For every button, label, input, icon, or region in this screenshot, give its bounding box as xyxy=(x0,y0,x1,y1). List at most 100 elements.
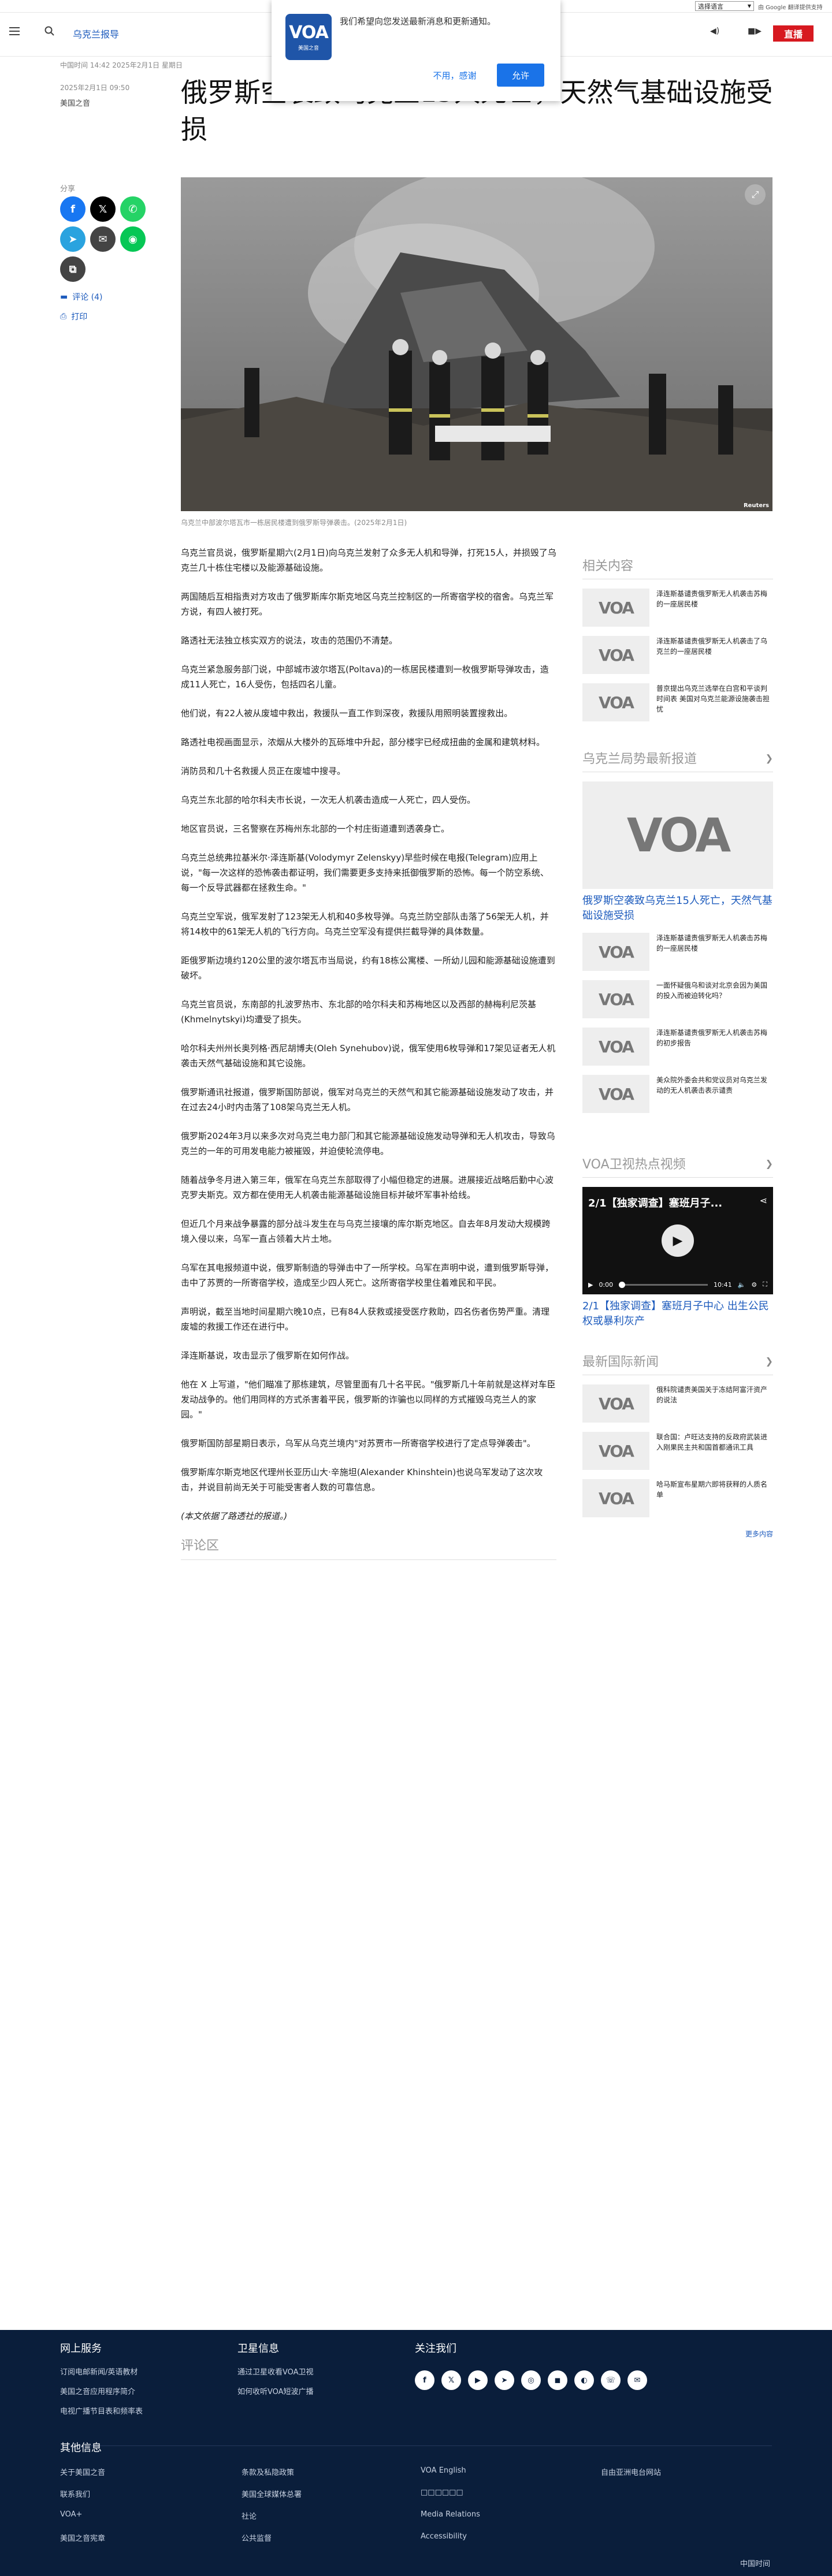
social-icon[interactable]: ◎ xyxy=(521,2370,541,2390)
print-icon: ⎙ xyxy=(60,312,67,321)
search-icon[interactable] xyxy=(44,25,55,37)
article-paragraph: 俄罗斯2024年3月以来多次对乌克兰电力部门和其它能源基础设施发动导弹和无人机攻… xyxy=(181,1131,555,1156)
feature-headline[interactable]: 俄罗斯空袭致乌克兰15人死亡，天然气基础设施受损 xyxy=(582,894,773,924)
line-share-button[interactable]: ◉ xyxy=(120,226,146,252)
intl-heading[interactable]: 最新国际新闻 ❯ xyxy=(582,1352,773,1375)
section-link[interactable]: 乌克兰报导 xyxy=(73,27,119,40)
translate-powered-by[interactable]: 由 Google 翻译提供支持 xyxy=(758,2,823,11)
footer-other-link[interactable]: 美国全球媒体总署 xyxy=(242,2488,302,2499)
footer-other-link[interactable]: Accessibility xyxy=(421,2532,467,2541)
expand-icon[interactable]: ⤢ xyxy=(745,184,766,205)
social-icon[interactable]: 𝕏 xyxy=(441,2370,461,2390)
footer-other-link[interactable]: 关于美国之音 xyxy=(60,2466,105,2477)
voa-thumbnail[interactable]: VOA xyxy=(582,683,649,721)
headline-text[interactable]: 泽连斯基谴责俄罗斯无人机袭击苏梅的一座居民楼 xyxy=(656,589,773,609)
social-icon[interactable]: ➤ xyxy=(495,2370,514,2390)
site-footer: 网上服务 卫星信息 关注我们 f 𝕏 ▶ ➤ ◎ ◼ ◐ ☏ ✉ 其他信息 中国时间 订阅电邮新… xyxy=(0,2330,832,2576)
footer-other-link[interactable]: 联系我们 xyxy=(60,2488,90,2499)
footer-other-link[interactable]: 社论 xyxy=(242,2510,257,2521)
latest-item[interactable]: VOA 泽连斯基谴责俄罗斯无人机袭击苏梅的初步报告 xyxy=(582,1028,773,1066)
headline-text[interactable]: 泽连斯基谴责俄罗斯无人机袭击苏梅的一座居民楼 xyxy=(656,933,773,954)
voa-thumbnail[interactable]: VOA xyxy=(582,1028,649,1066)
play-small-icon[interactable]: ▶ xyxy=(588,1281,593,1289)
social-icon[interactable]: ☏ xyxy=(601,2370,621,2390)
footer-link[interactable]: 美国之音应用程序简介 xyxy=(60,2385,135,2396)
feature-thumbnail[interactable]: VOA xyxy=(582,781,773,889)
latest-heading[interactable]: 乌克兰局势最新报道 ❯ xyxy=(582,749,773,772)
article-author[interactable]: 美国之音 xyxy=(60,97,90,108)
intl-item[interactable]: VOA 哈马斯宣布星期六即将获释的人质名单 xyxy=(582,1479,773,1517)
headline-text[interactable]: 美众院外委会共和党议员对乌克兰发动的无人机袭击表示谴责 xyxy=(656,1075,773,1096)
voa-thumbnail[interactable]: VOA xyxy=(582,1075,649,1113)
video-player[interactable]: 2/1【独家调查】塞班月子... ⋖ ▶ ▶ 0:00 10:41 🔈 ⚙ ⛶ xyxy=(582,1187,773,1294)
footer-other-link[interactable]: VOA English xyxy=(421,2466,466,2475)
related-item[interactable]: VOA 普京提出乌克兰选举在白宫和平谈判时间表 美国对乌克兰能源设施袭击担忧 xyxy=(582,683,773,721)
menu-icon[interactable] xyxy=(9,27,20,35)
voa-thumbnail[interactable]: VOA xyxy=(582,636,649,674)
footer-other-title: 其他信息 xyxy=(60,2442,102,2454)
footer-link[interactable]: 如何收听VOA短波广播 xyxy=(237,2385,314,2396)
whatsapp-share-button[interactable]: ✆ xyxy=(120,196,146,222)
related-title: 相关内容 xyxy=(582,559,634,574)
headline-text[interactable]: 泽连斯基谴责俄罗斯无人机袭击苏梅的初步报告 xyxy=(656,1028,773,1048)
social-icon[interactable]: ▶ xyxy=(468,2370,488,2390)
footer-other-link[interactable]: □□□□□□ xyxy=(421,2488,463,2497)
video-heading[interactable]: VOA卫视热点视频 ❯ xyxy=(582,1154,773,1178)
footer-other-link[interactable]: VOA+ xyxy=(60,2510,82,2519)
fullscreen-icon[interactable]: ⛶ xyxy=(763,1280,767,1289)
related-item[interactable]: VOA 泽连斯基谴责俄罗斯无人机袭击了乌克兰的一座居民楼 xyxy=(582,636,773,674)
comments-link[interactable]: ▬ 评论 (4) xyxy=(60,291,103,303)
headline-text[interactable]: 俄科院谴责美国关于冻结阿富汗资产的说法 xyxy=(656,1384,773,1405)
language-select[interactable]: 选择语言 ▼ xyxy=(695,1,754,11)
footer-link[interactable]: 通过卫星收看VOA卫视 xyxy=(237,2366,314,2377)
footer-link[interactable]: 电视广播节目表和频率表 xyxy=(60,2405,143,2416)
volume-icon[interactable]: 🔈 xyxy=(738,1281,746,1289)
email-share-button[interactable]: ✉ xyxy=(90,226,116,252)
copy-link-button[interactable]: ⧉ xyxy=(60,256,86,282)
headline-text[interactable]: 一面怀疑俄乌和谈对北京会因为美国的投入而被迫转化吗？ xyxy=(656,980,773,1001)
footer-link[interactable]: 订阅电邮新闻/英语教材 xyxy=(60,2366,138,2377)
article-paragraph: 乌克兰官员说，俄罗斯星期六(2月1日)向乌克兰发射了众多无人机和导弹，打死15人… xyxy=(181,548,556,573)
footer-other-link[interactable]: 公共监督 xyxy=(242,2532,272,2543)
progress-knob[interactable] xyxy=(619,1281,626,1288)
decline-button[interactable]: 不用，感谢 xyxy=(423,64,486,87)
allow-button[interactable]: 允许 xyxy=(497,64,544,87)
headline-text[interactable]: 哈马斯宣布星期六即将获释的人质名单 xyxy=(656,1479,773,1500)
settings-icon[interactable]: ⚙ xyxy=(751,1281,757,1289)
headline-text[interactable]: 联合国：卢旺达支持的反政府武装进入刚果民主共和国首都通讯工具 xyxy=(656,1432,773,1453)
social-icon[interactable]: f xyxy=(415,2370,434,2390)
social-icon[interactable]: ✉ xyxy=(627,2370,647,2390)
live-button[interactable]: 直播 xyxy=(773,25,814,42)
voa-thumbnail[interactable]: VOA xyxy=(582,1384,649,1423)
video-caption[interactable]: 2/1【独家调查】塞班月子中心 出生公民权或暴利灰产 xyxy=(582,1299,773,1329)
footer-other-link[interactable]: 条款及私隐政策 xyxy=(242,2466,294,2477)
voa-thumbnail[interactable]: VOA xyxy=(582,1479,649,1517)
latest-item[interactable]: VOA 泽连斯基谴责俄罗斯无人机袭击苏梅的一座居民楼 xyxy=(582,933,773,971)
footer-other-link[interactable]: 自由亚洲电台网站 xyxy=(601,2466,661,2477)
social-icon[interactable]: ◐ xyxy=(574,2370,594,2390)
x-share-button[interactable]: 𝕏 xyxy=(90,196,116,222)
headline-text[interactable]: 泽连斯基谴责俄罗斯无人机袭击了乌克兰的一座居民楼 xyxy=(656,636,773,657)
footer-other-link[interactable]: Media Relations xyxy=(421,2510,480,2519)
video-progress-bar[interactable] xyxy=(619,1281,708,1288)
voa-thumbnail[interactable]: VOA xyxy=(582,980,649,1018)
share-icon[interactable]: ⋖ xyxy=(760,1195,767,1206)
latest-item[interactable]: VOA 美众院外委会共和党议员对乌克兰发动的无人机袭击表示谴责 xyxy=(582,1075,773,1113)
footer-other-link[interactable]: 美国之音宪章 xyxy=(60,2532,105,2543)
intl-item[interactable]: VOA 俄科院谴责美国关于冻结阿富汗资产的说法 xyxy=(582,1384,773,1423)
social-icon[interactable]: ◼ xyxy=(548,2370,567,2390)
voa-thumbnail[interactable]: VOA xyxy=(582,589,649,627)
telegram-share-button[interactable]: ➤ xyxy=(60,226,86,252)
voa-thumbnail[interactable]: VOA xyxy=(582,1432,649,1470)
video-icon[interactable]: ■▶ xyxy=(748,27,762,36)
play-icon[interactable]: ▶ xyxy=(662,1224,694,1257)
audio-icon[interactable]: ◀) xyxy=(710,27,719,36)
latest-item[interactable]: VOA 一面怀疑俄乌和谈对北京会因为美国的投入而被迫转化吗？ xyxy=(582,980,773,1018)
related-item[interactable]: VOA 泽连斯基谴责俄罗斯无人机袭击苏梅的一座居民楼 xyxy=(582,589,773,627)
headline-text[interactable]: 普京提出乌克兰选举在白宫和平谈判时间表 美国对乌克兰能源设施袭击担忧 xyxy=(656,683,773,714)
facebook-share-button[interactable]: f xyxy=(60,196,86,222)
voa-thumbnail[interactable]: VOA xyxy=(582,933,649,971)
print-link[interactable]: ⎙ 打印 xyxy=(60,311,87,322)
more-content-link[interactable]: 更多内容 xyxy=(582,1529,773,1539)
intl-item[interactable]: VOA 联合国：卢旺达支持的反政府武装进入刚果民主共和国首都通讯工具 xyxy=(582,1432,773,1470)
